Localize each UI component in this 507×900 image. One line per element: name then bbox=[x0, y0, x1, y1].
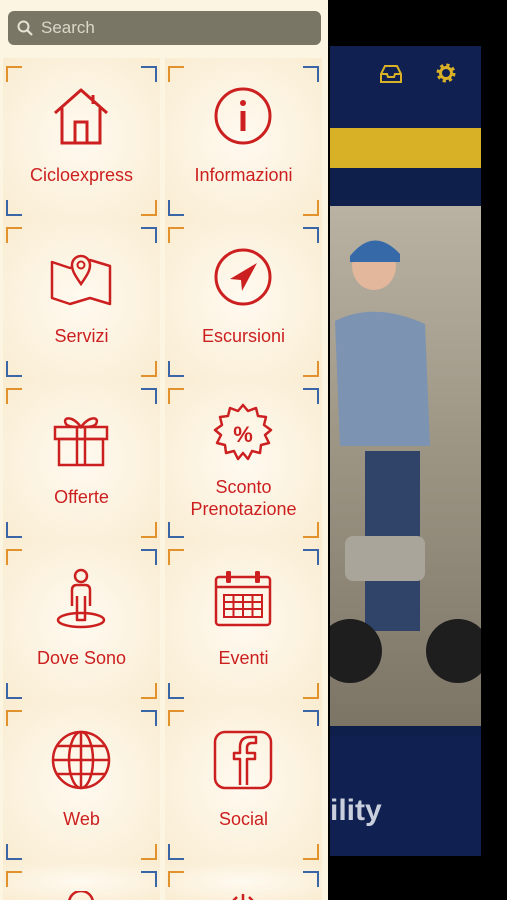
compass-icon bbox=[214, 248, 272, 306]
menu-item-label: Escursioni bbox=[201, 326, 286, 346]
side-menu-drawer: Cicloexpress Informazioni Servizi bbox=[0, 0, 328, 900]
inbox-icon[interactable] bbox=[378, 60, 404, 86]
menu-item-label: Cicloexpress bbox=[29, 165, 134, 185]
menu-item-dove-sono[interactable]: Dove Sono bbox=[3, 541, 160, 702]
menu-item-label: Eventi bbox=[218, 648, 269, 668]
segway-rider-photo bbox=[330, 206, 481, 726]
map-icon bbox=[50, 254, 112, 306]
menu-item-informazioni[interactable]: Informazioni bbox=[165, 58, 322, 219]
menu-item-web[interactable]: Web bbox=[3, 702, 160, 863]
menu-item-label: Dove Sono bbox=[36, 648, 127, 668]
search-input[interactable] bbox=[39, 17, 303, 39]
calendar-icon bbox=[214, 571, 272, 627]
search-icon bbox=[17, 20, 33, 36]
discount-icon: % bbox=[213, 403, 273, 461]
partial-icon bbox=[68, 891, 94, 900]
app-bottom-text: ility bbox=[330, 794, 382, 827]
svg-text:%: % bbox=[233, 422, 253, 447]
menu-item-escursioni[interactable]: Escursioni bbox=[165, 219, 322, 380]
menu-item-social[interactable]: Social bbox=[165, 702, 322, 863]
menu-item-label: Social bbox=[218, 809, 269, 829]
menu-item-cicloexpress[interactable]: Cicloexpress bbox=[3, 58, 160, 219]
menu-item-label: Servizi bbox=[54, 326, 109, 346]
home-icon bbox=[54, 88, 108, 145]
gift-icon bbox=[53, 417, 109, 467]
gear-icon[interactable] bbox=[433, 60, 459, 86]
menu-item-partial-left[interactable] bbox=[3, 863, 160, 900]
menu-item-label: Web bbox=[63, 809, 100, 829]
menu-item-servizi[interactable]: Servizi bbox=[3, 219, 160, 380]
info-icon bbox=[214, 87, 272, 145]
search-bar[interactable] bbox=[8, 11, 321, 45]
partial-icon bbox=[232, 894, 254, 900]
background-app-screen: ility bbox=[330, 46, 481, 856]
menu-item-label: Informazioni bbox=[194, 165, 293, 185]
menu-item-eventi[interactable]: Eventi bbox=[165, 541, 322, 702]
menu-item-offerte[interactable]: Offerte bbox=[3, 380, 160, 541]
facebook-icon bbox=[213, 730, 273, 790]
menu-item-label: Sconto Prenotazione bbox=[190, 477, 297, 519]
app-gold-stripe bbox=[330, 128, 481, 168]
menu-item-label: Offerte bbox=[54, 487, 109, 507]
globe-icon bbox=[51, 730, 111, 790]
app-topbar bbox=[330, 46, 481, 128]
location-person-icon bbox=[56, 568, 106, 629]
menu-item-sconto-prenotazione[interactable]: % Sconto Prenotazione bbox=[165, 380, 322, 541]
menu-item-partial-right[interactable] bbox=[165, 863, 322, 900]
